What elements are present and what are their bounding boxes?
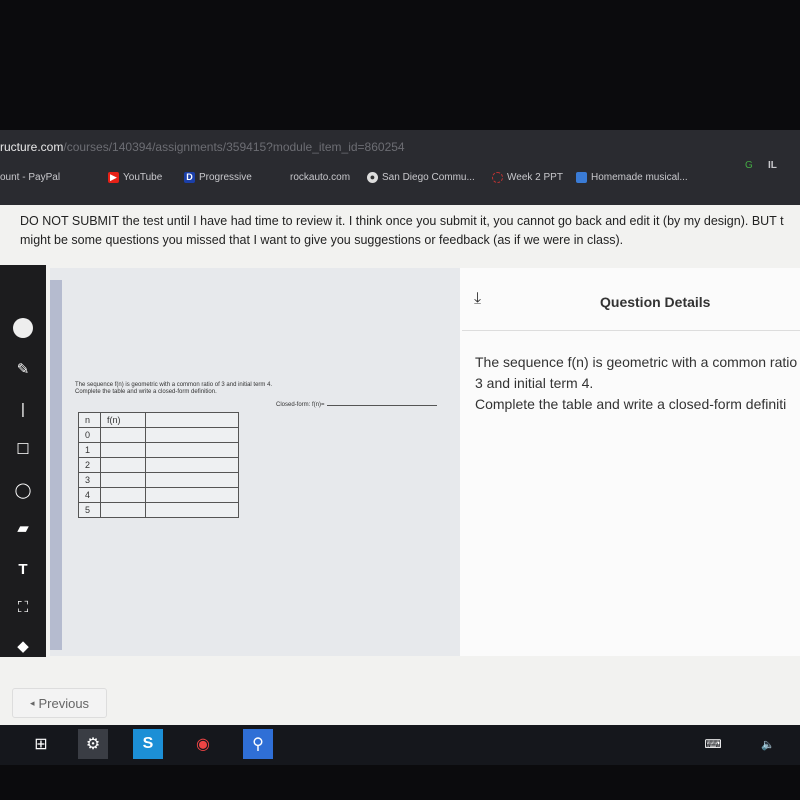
bookmark-paypal[interactable]: ount - PayPal: [0, 172, 60, 183]
closed-form-blank[interactable]: [326, 405, 437, 406]
cell-blank[interactable]: [145, 442, 239, 458]
bookmark-label: Homemade musical...: [591, 172, 688, 183]
table-row: 0: [78, 427, 239, 443]
extension-g[interactable]: G: [745, 160, 753, 171]
bookmark-week2[interactable]: Week 2 PPT: [492, 172, 563, 183]
cell-blank[interactable]: [145, 502, 239, 518]
bookmark-progressive[interactable]: D Progressive: [184, 172, 252, 183]
bookmark-label: Progressive: [199, 172, 252, 183]
loading-icon: [492, 172, 503, 183]
eraser-tool-icon[interactable]: ◆: [12, 635, 34, 657]
bookmark-label: San Diego Commu...: [382, 172, 475, 183]
header-n: n: [78, 412, 101, 428]
closed-form-field[interactable]: Closed-form: f(n)=: [276, 402, 437, 408]
bookmark-rockauto[interactable]: rockauto.com: [290, 172, 350, 183]
circle-tool-icon[interactable]: ◯: [12, 479, 34, 501]
text-tool-icon[interactable]: T: [12, 558, 34, 580]
cell-fn[interactable]: [100, 457, 146, 473]
previous-label: Previous: [38, 695, 90, 711]
extension-il[interactable]: IL: [768, 160, 777, 171]
cell-blank[interactable]: [145, 457, 239, 473]
cell-n: 4: [78, 487, 101, 503]
description-line: 3 and initial term 4.: [475, 375, 594, 391]
table-row: 1: [78, 442, 239, 458]
previous-button[interactable]: ◂ Previous: [12, 688, 107, 718]
collapse-arrow-icon[interactable]: ⤓: [474, 290, 481, 308]
keyboard-icon[interactable]: ⌨: [700, 729, 726, 759]
bookmark-sandiego[interactable]: ● San Diego Commu...: [367, 172, 475, 183]
cell-blank[interactable]: [145, 487, 239, 503]
cell-fn[interactable]: [100, 487, 146, 503]
table-header: n f(n): [78, 412, 239, 428]
table-row: 4: [78, 487, 239, 503]
sequence-table: n f(n) 0 1 2 3 4 5: [78, 412, 239, 518]
closed-form-label: Closed-form: f(n)=: [276, 402, 325, 408]
image-tool-icon[interactable]: ▰: [12, 517, 34, 539]
cell-n: 3: [78, 472, 101, 488]
cell-fn[interactable]: [100, 442, 146, 458]
extension-label: G: [745, 160, 753, 171]
table-row: 5: [78, 502, 239, 518]
cell-fn[interactable]: [100, 472, 146, 488]
chevron-left-icon: ◂: [29, 697, 35, 708]
rectangle-tool-icon[interactable]: ☐: [12, 438, 34, 460]
taskbar: [0, 725, 800, 765]
crop-tool-icon[interactable]: ⛶: [12, 596, 34, 618]
progressive-icon: D: [184, 172, 195, 183]
settings-icon[interactable]: ⚙: [78, 729, 108, 759]
cell-blank[interactable]: [145, 472, 239, 488]
bookmark-label: Week 2 PPT: [507, 172, 563, 183]
instructions-banner: DO NOT SUBMIT the test until I have had …: [20, 212, 800, 250]
table-row: 3: [78, 472, 239, 488]
cell-fn[interactable]: [100, 427, 146, 443]
bookmark-label: rockauto.com: [290, 172, 351, 183]
panel-title: Question Details: [600, 294, 711, 310]
skype-icon[interactable]: S: [133, 729, 163, 759]
question-description: The sequence f(n) is geometric with a co…: [475, 352, 800, 415]
banner-line: might be some questions you missed that …: [20, 233, 624, 247]
divider: [462, 330, 800, 331]
question-line: Complete the table and write a closed-fo…: [75, 389, 217, 395]
divider-icon: |: [21, 400, 25, 418]
table-row: 2: [78, 457, 239, 473]
scrollbar[interactable]: [50, 280, 62, 650]
globe-icon: ●: [367, 172, 378, 183]
start-icon[interactable]: ⊞: [26, 729, 56, 759]
site-icon: [576, 172, 587, 183]
cell-fn[interactable]: [100, 502, 146, 518]
cell-n: 2: [78, 457, 101, 473]
question-details-panel: [460, 268, 800, 656]
cell-blank[interactable]: [145, 427, 239, 443]
url-host: ructure.com: [0, 140, 64, 154]
bookmark-label: ount - PayPal: [0, 172, 61, 183]
pen-tool-icon[interactable]: ✎: [12, 358, 34, 380]
youtube-icon: ▶: [108, 172, 119, 183]
cell-n: 0: [78, 427, 101, 443]
bookmark-youtube[interactable]: ▶ YouTube: [108, 172, 162, 183]
worksheet-question: The sequence f(n) is geometric with a co…: [75, 382, 272, 396]
extension-label: IL: [768, 160, 777, 171]
header-blank: [145, 412, 239, 428]
url-path: /courses/140394/assignments/359415?modul…: [63, 140, 405, 154]
pointer-tool-icon[interactable]: [12, 317, 34, 339]
cell-n: 1: [78, 442, 101, 458]
cell-n: 5: [78, 502, 101, 518]
question-line: The sequence f(n) is geometric with a co…: [75, 382, 273, 388]
description-line: Complete the table and write a closed-fo…: [475, 396, 787, 412]
description-line: The sequence f(n) is geometric with a co…: [475, 354, 800, 370]
address-bar[interactable]: ructure.com/courses/140394/assignments/3…: [0, 140, 405, 154]
chrome-icon[interactable]: ◉: [188, 729, 218, 759]
bookmark-homemade[interactable]: Homemade musical...: [576, 172, 688, 183]
banner-line: DO NOT SUBMIT the test until I have had …: [20, 214, 784, 228]
bookmark-label: YouTube: [123, 172, 163, 183]
header-fn: f(n): [100, 412, 146, 428]
search-icon[interactable]: ⚲: [243, 729, 273, 759]
volume-icon[interactable]: 🔈: [755, 729, 781, 759]
